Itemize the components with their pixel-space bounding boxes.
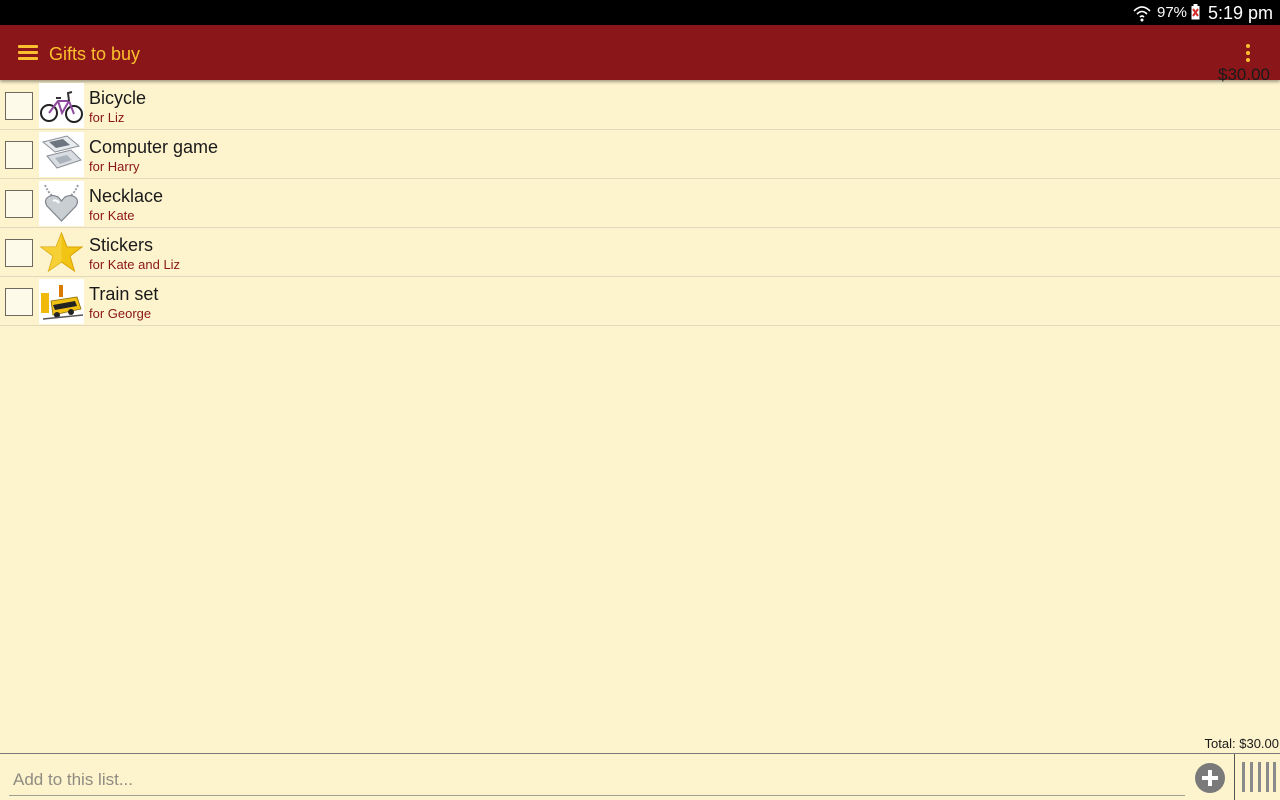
status-bar: 97% 5:19 pm xyxy=(0,0,1280,25)
item-checkbox[interactable] xyxy=(5,288,33,316)
item-checkbox[interactable] xyxy=(5,92,33,120)
item-recipient: for Kate and Liz xyxy=(89,257,181,272)
list-item[interactable]: Necklace for Kate xyxy=(0,179,1280,228)
item-name: Necklace xyxy=(89,186,164,206)
heart-necklace-image xyxy=(39,181,84,226)
item-checkbox[interactable] xyxy=(5,239,33,267)
list-item[interactable]: Computer game for Harry xyxy=(0,130,1280,179)
item-name: Train set xyxy=(89,284,159,304)
add-item-icon[interactable] xyxy=(1194,762,1226,794)
app-bar: Gifts to buy xyxy=(0,25,1280,80)
battery-icon xyxy=(1191,4,1200,20)
item-checkbox[interactable] xyxy=(5,190,33,218)
status-time: 5:19 pm xyxy=(1208,3,1274,23)
overflow-menu-icon[interactable] xyxy=(1236,41,1260,65)
item-name: Computer game xyxy=(89,137,219,157)
barcode-scan-icon[interactable] xyxy=(1234,754,1280,800)
item-name: Stickers xyxy=(89,235,154,255)
list-total: Total: $30.00 xyxy=(1204,736,1279,751)
item-price: $30.00 xyxy=(1218,65,1270,84)
battery-percent: 97% xyxy=(1157,4,1188,21)
wifi-icon xyxy=(1133,6,1151,22)
item-recipient: for Liz xyxy=(89,110,125,125)
list-item[interactable]: Bicycle for Liz xyxy=(0,81,1280,130)
hamburger-menu-icon[interactable] xyxy=(14,41,44,65)
add-item-input[interactable] xyxy=(9,764,1185,796)
item-checkbox[interactable] xyxy=(5,141,33,169)
shopping-list: Bicycle for Liz Computer game for Harry xyxy=(0,81,1280,326)
bicycle-image xyxy=(39,83,84,128)
star-sticker-image xyxy=(39,230,84,275)
page-title: Gifts to buy xyxy=(49,44,141,64)
item-recipient: for George xyxy=(89,306,152,321)
handheld-console-image xyxy=(39,132,84,177)
list-item[interactable]: Stickers for Kate and Liz xyxy=(0,228,1280,277)
item-recipient: for Kate xyxy=(89,208,135,223)
item-recipient: for Harry xyxy=(89,159,140,174)
add-item-bar xyxy=(0,753,1280,800)
toy-train-image xyxy=(39,279,84,324)
list-item[interactable]: Train set for George xyxy=(0,277,1280,326)
item-name: Bicycle xyxy=(89,88,147,108)
